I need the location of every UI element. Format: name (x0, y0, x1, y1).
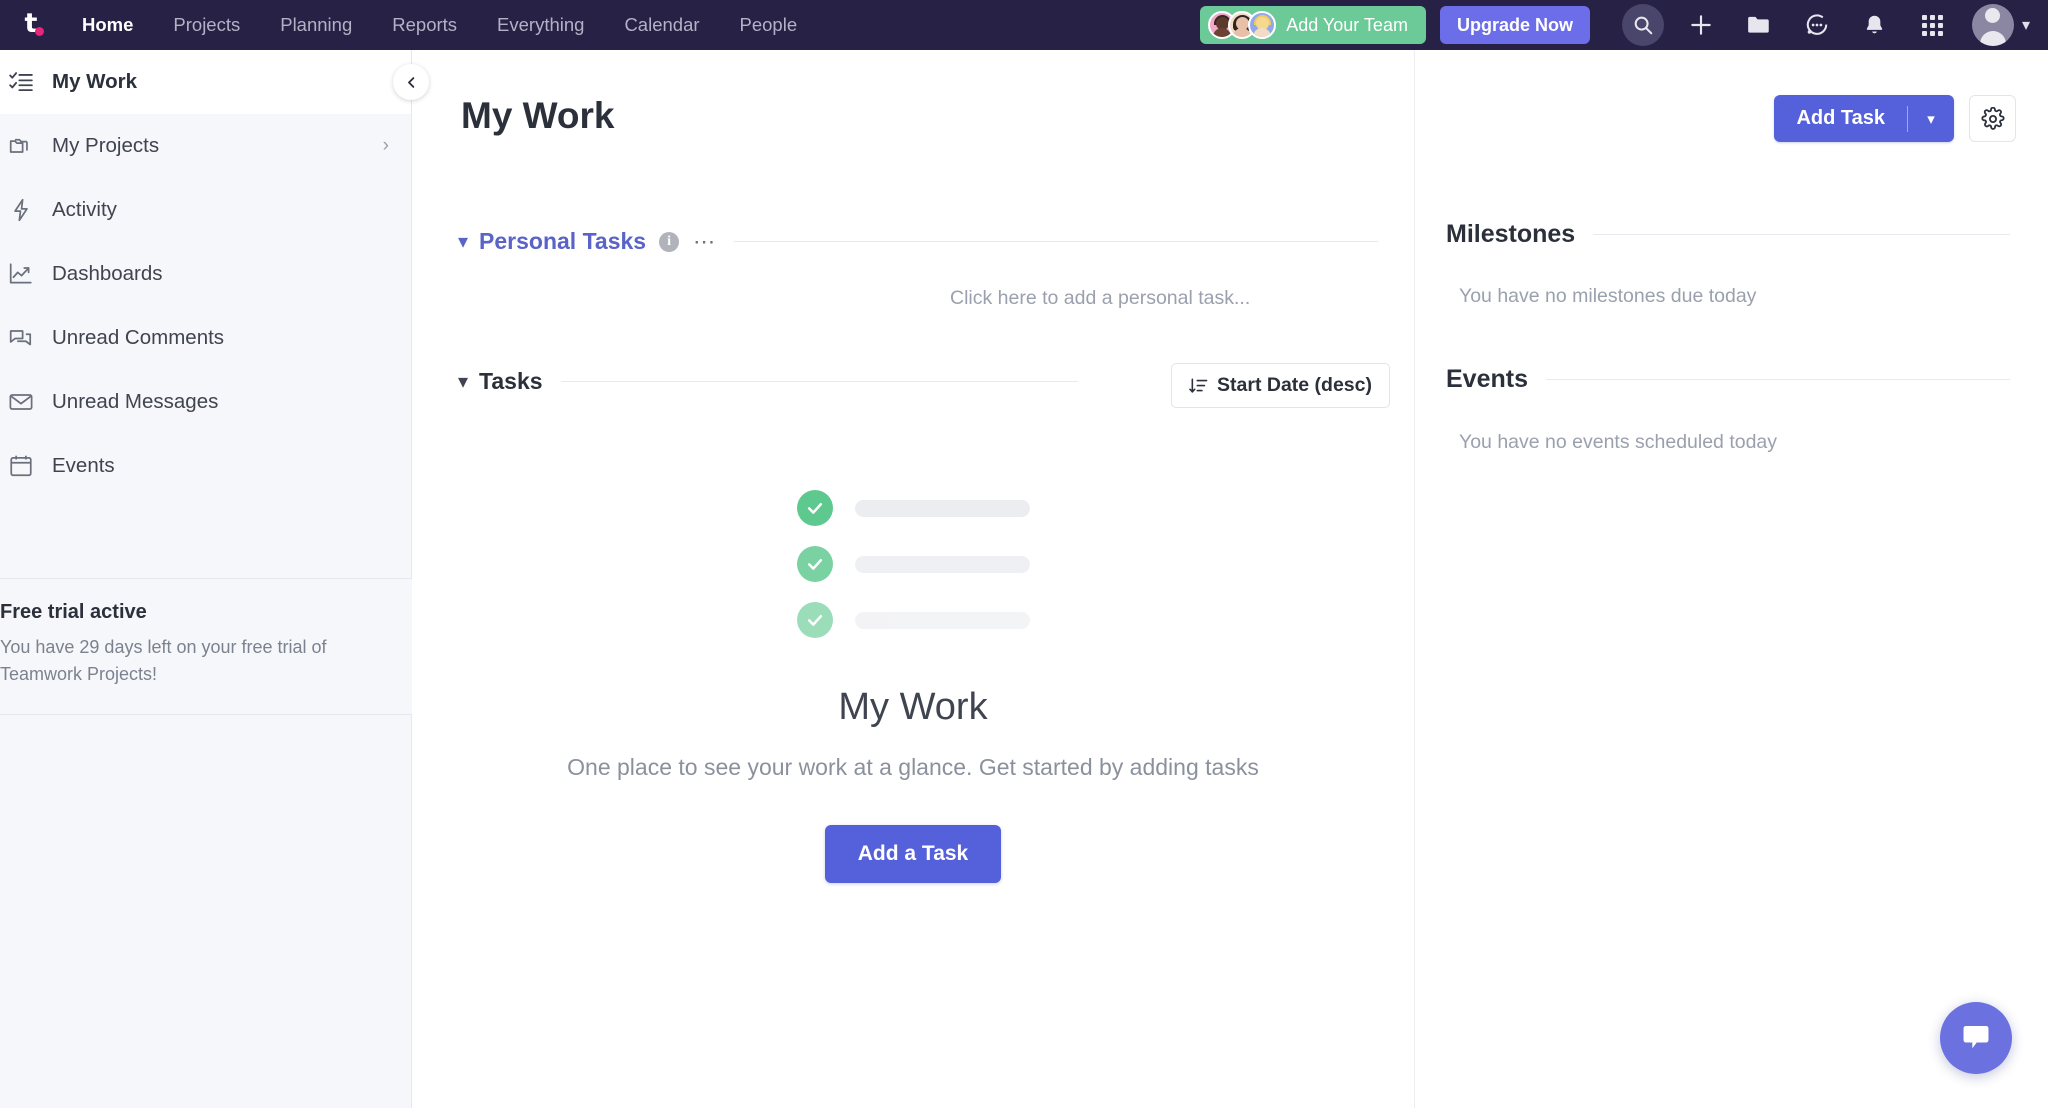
search-icon (1621, 4, 1664, 46)
sidebar-item-label: My Work (52, 70, 138, 93)
milestones-empty-text: You have no milestones due today (1459, 285, 1757, 307)
messages-button[interactable] (1795, 0, 1839, 50)
projects-folder-button[interactable] (1737, 0, 1781, 50)
check-circle-icon (796, 602, 833, 638)
sidebar-item-label: Activity (52, 198, 117, 221)
sort-label: Start Date (desc) (1217, 374, 1372, 396)
folders-icon (0, 133, 52, 159)
skeleton-bar (854, 499, 1030, 517)
sidebar-item-dashboards[interactable]: Dashboards (0, 242, 411, 306)
nav-link-planning[interactable]: Planning (260, 0, 372, 50)
milestones-header: Milestones (1415, 220, 2048, 249)
free-trial-banner: Free trial active You have 29 days left … (0, 578, 412, 715)
add-button[interactable] (1679, 0, 1723, 50)
right-panel: Milestones You have no milestones due to… (1414, 50, 2048, 1108)
sidebar-item-label: Unread Comments (52, 326, 225, 349)
avatar (1248, 11, 1277, 39)
events-empty-text: You have no events scheduled today (1459, 431, 1778, 453)
folder-icon (1748, 16, 1769, 33)
ellipsis-icon[interactable]: ⋯ (693, 230, 716, 252)
sidebar-item-my-work[interactable]: My Work (0, 50, 429, 114)
center-column: ▾ Personal Tasks i ⋯ Click here to add a… (413, 50, 1413, 1108)
chart-icon (0, 261, 52, 287)
calendar-icon (0, 453, 52, 479)
nav-link-everything[interactable]: Everything (477, 0, 604, 50)
nav-link-calendar[interactable]: Calendar (604, 0, 719, 50)
lightning-icon (0, 197, 52, 223)
search-button[interactable] (1621, 0, 1665, 50)
chat-icon (1806, 14, 1828, 35)
add-your-team-label: Add Your Team (1286, 14, 1408, 35)
plus-icon (1691, 15, 1711, 35)
divider (1545, 379, 2010, 380)
sidebar-item-unread-comments[interactable]: Unread Comments (0, 306, 411, 370)
events-header: Events (1415, 365, 2048, 394)
empty-state-title: My Work (838, 686, 988, 728)
chat-bubble-icon (1963, 1025, 1989, 1049)
chevron-right-icon: › (382, 135, 389, 156)
sidebar-item-unread-messages[interactable]: Unread Messages (0, 370, 411, 434)
sidebar-item-label: Events (52, 454, 115, 477)
personal-tasks-chevron-down-icon[interactable]: ▾ (458, 229, 468, 254)
sidebar-collapse-button[interactable] (393, 64, 429, 100)
tasks-header: ▾ Tasks (458, 368, 1078, 395)
notifications-button[interactable] (1853, 0, 1897, 50)
user-avatar[interactable] (1971, 4, 2014, 46)
sort-desc-icon (1189, 378, 1208, 393)
top-navbar: t Home Projects Planning Reports Everyth… (0, 0, 2048, 50)
tasks-chevron-down-icon[interactable]: ▾ (458, 369, 468, 394)
skeleton-row (413, 490, 1413, 526)
bell-icon (1867, 15, 1883, 33)
logo-dot-icon (35, 27, 44, 36)
check-circle-icon (796, 546, 833, 582)
team-avatars (1208, 11, 1277, 39)
sidebar-item-label: My Projects (52, 134, 160, 157)
comments-icon (0, 325, 52, 351)
nav-link-projects[interactable]: Projects (153, 0, 260, 50)
sidebar-item-label: Dashboards (52, 262, 163, 285)
tasks-title: Tasks (479, 368, 543, 394)
user-menu-chevron-down-icon[interactable]: ▾ (2022, 15, 2030, 35)
check-circle-icon (796, 490, 833, 526)
divider (734, 241, 1378, 242)
checklist-icon (0, 69, 52, 95)
events-title: Events (1446, 365, 1528, 393)
empty-state: My Work One place to see your work at a … (413, 490, 1413, 883)
add-personal-task-input[interactable]: Click here to add a personal task... (950, 287, 1250, 310)
apps-button[interactable] (1911, 0, 1955, 50)
divider (1593, 234, 2010, 235)
divider (560, 381, 1078, 382)
sidebar-item-activity[interactable]: Activity (0, 178, 411, 242)
milestones-title: Milestones (1446, 220, 1576, 248)
skeleton-bar (854, 611, 1030, 629)
skeleton-row (413, 602, 1413, 638)
empty-state-subtitle: One place to see your work at a glance. … (567, 754, 1259, 780)
teamwork-logo[interactable]: t (0, 0, 62, 50)
free-trial-description: You have 29 days left on your free trial… (0, 637, 327, 684)
main-content: My Work Add Task ▾ ▾ Personal Tasks i ⋯ … (413, 50, 2048, 1108)
nav-link-people[interactable]: People (720, 0, 818, 50)
sort-button[interactable]: Start Date (desc) (1171, 363, 1390, 408)
skeleton-row (413, 546, 1413, 582)
free-trial-title: Free trial active (0, 601, 147, 623)
info-icon[interactable]: i (659, 231, 680, 252)
sidebar-item-my-projects[interactable]: My Projects › (0, 114, 411, 178)
sidebar-item-label: Unread Messages (52, 390, 219, 413)
sidebar-item-events[interactable]: Events (0, 434, 411, 498)
navbar-right-cluster: Add Your Team Upgrade Now ▾ (1200, 0, 2048, 50)
skeleton-bar (854, 555, 1030, 573)
envelope-icon (0, 389, 52, 415)
add-your-team-button[interactable]: Add Your Team (1200, 6, 1426, 44)
apps-grid-icon (1922, 14, 1944, 36)
upgrade-now-button[interactable]: Upgrade Now (1439, 6, 1590, 44)
sidebar: My Work My Projects › Activity Dashboard… (0, 50, 429, 1108)
primary-nav: Home Projects Planning Reports Everythin… (62, 0, 817, 50)
chevron-left-icon (407, 76, 414, 88)
personal-tasks-header: ▾ Personal Tasks i ⋯ (458, 228, 1378, 255)
support-chat-button[interactable] (1940, 1002, 2012, 1074)
personal-tasks-title[interactable]: Personal Tasks (479, 228, 646, 255)
nav-link-reports[interactable]: Reports (372, 0, 477, 50)
add-a-task-button[interactable]: Add a Task (824, 825, 1002, 883)
nav-link-home[interactable]: Home (62, 0, 153, 50)
